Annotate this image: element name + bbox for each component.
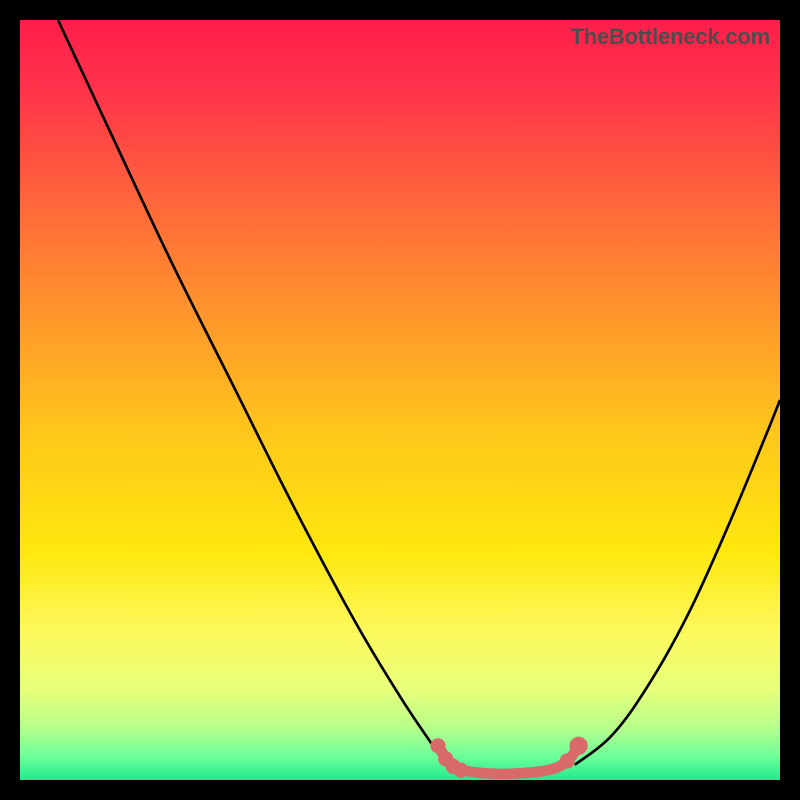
watermark: TheBottleneck.com (570, 24, 770, 50)
marker (453, 763, 468, 778)
plot-area: TheBottleneck.com (20, 20, 780, 780)
curves-layer (20, 20, 780, 780)
marker (560, 753, 575, 768)
chart-frame: TheBottleneck.com (0, 0, 800, 800)
marker (430, 738, 445, 753)
marker (569, 737, 587, 755)
right-curve (575, 400, 780, 765)
left-curve (58, 20, 446, 765)
